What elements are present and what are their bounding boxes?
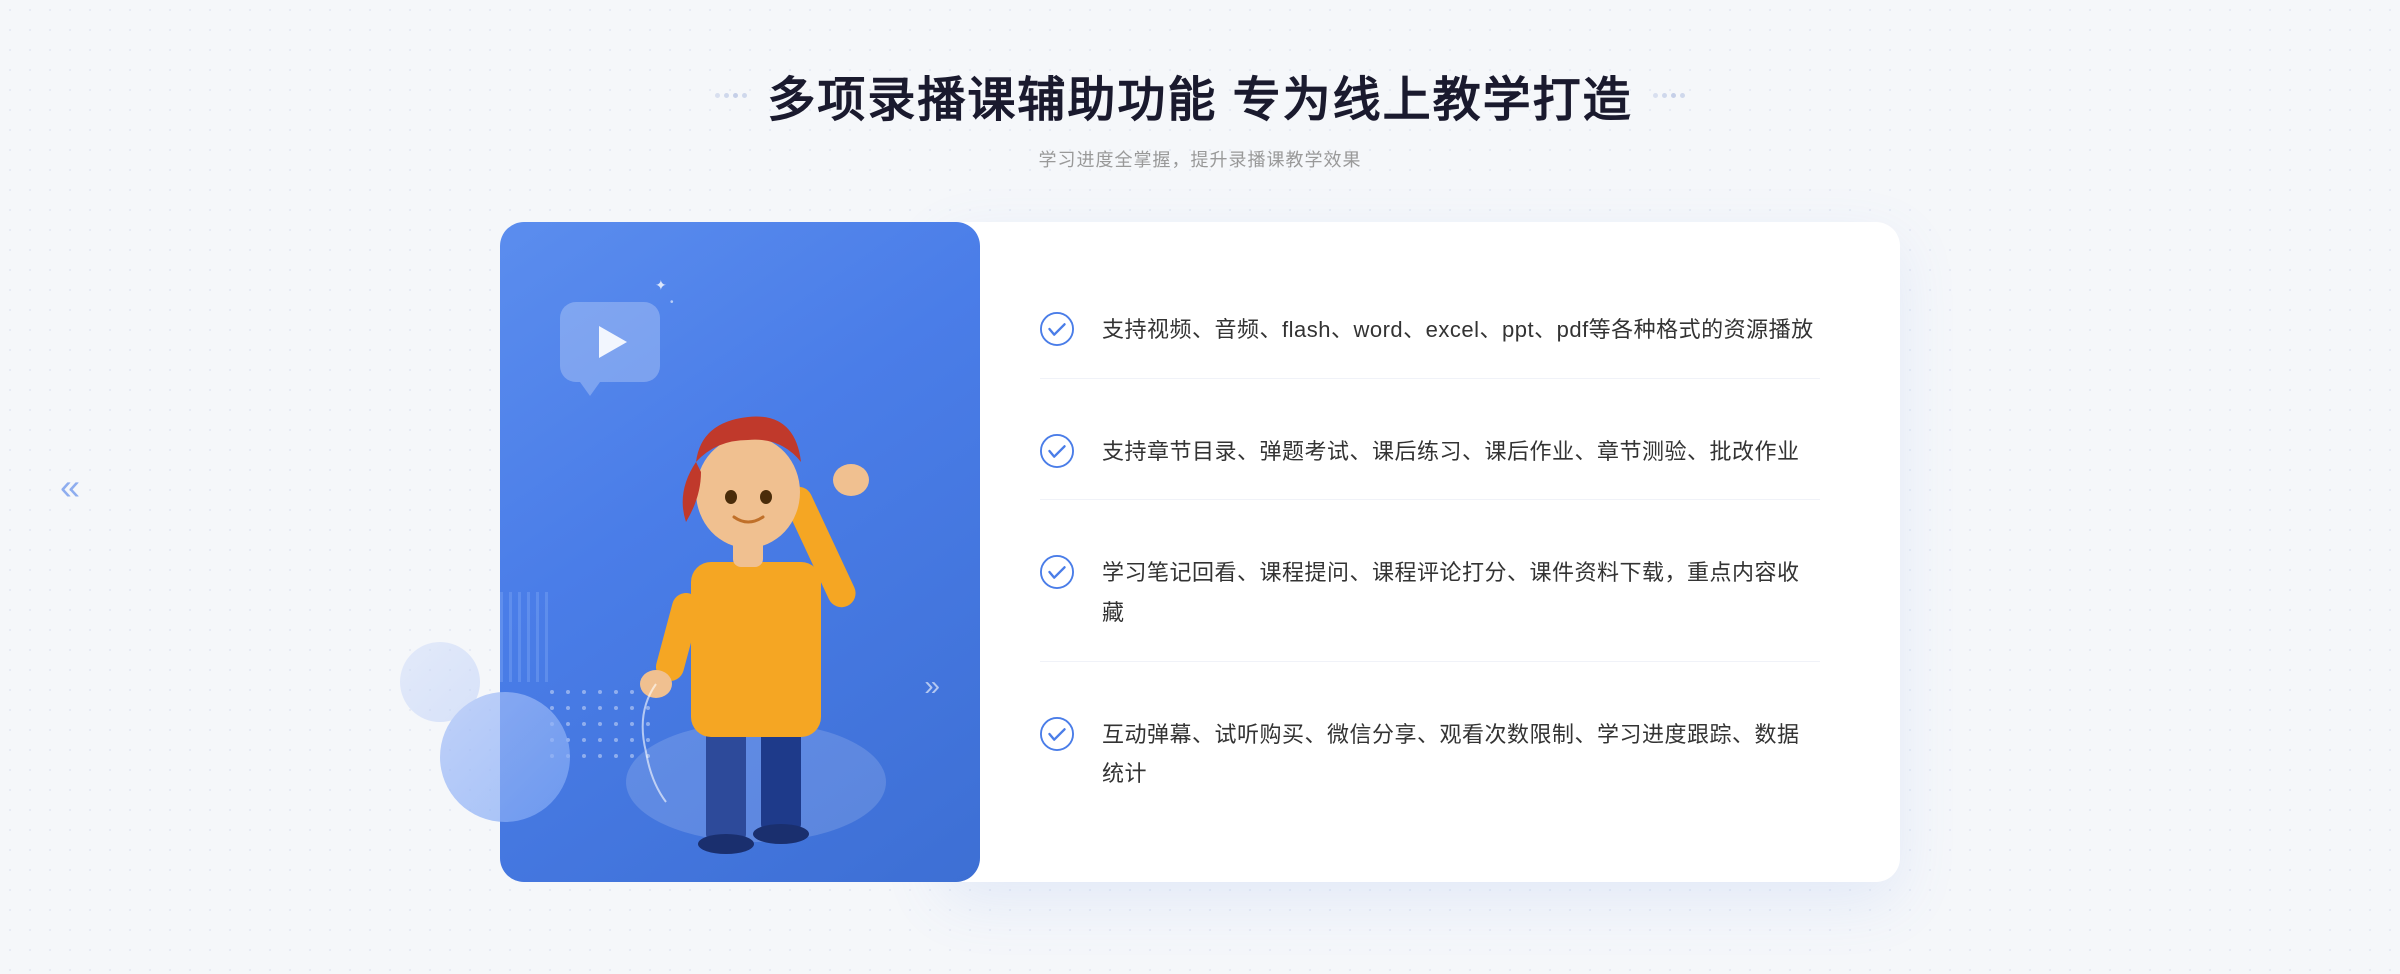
check-icon-1 [1040,312,1074,346]
circle-decoration-2 [400,642,480,722]
left-nav-arrow[interactable]: « [60,466,80,508]
deco-dots-left [715,93,747,98]
page-container: « 多项录播课辅助功能 专为线上教学打造 学习进度全掌握，提升录播课教学效果 [0,0,2400,974]
illustration-card: » [500,222,980,882]
feature-item-2: 支持章节目录、弹题考试、课后练习、课后作业、章节测验、批改作业 [1040,404,1820,501]
feature-text-1: 支持视频、音频、flash、word、excel、ppt、pdf等各种格式的资源… [1102,310,1814,350]
feature-text-4: 互动弹幕、试听购买、微信分享、观看次数限制、学习进度跟踪、数据统计 [1102,715,1820,794]
feature-item-4: 互动弹幕、试听购买、微信分享、观看次数限制、学习进度跟踪、数据统计 [1040,687,1820,822]
check-icon-3 [1040,555,1074,589]
arrow-decoration: » [924,670,940,702]
play-icon [599,326,627,358]
check-icon-2 [1040,434,1074,468]
title-row: 多项录播课辅助功能 专为线上教学打造 [715,60,1684,130]
features-panel: 支持视频、音频、flash、word、excel、ppt、pdf等各种格式的资源… [940,222,1900,882]
subtitle: 学习进度全掌握，提升录播课教学效果 [715,146,1684,172]
stripe-decoration [500,592,550,682]
feature-item-1: 支持视频、音频、flash、word、excel、ppt、pdf等各种格式的资源… [1040,282,1820,379]
feature-item-3: 学习笔记回看、课程提问、课程评论打分、课件资料下载，重点内容收藏 [1040,525,1820,661]
person-illustration [596,362,916,882]
header-section: 多项录播课辅助功能 专为线上教学打造 学习进度全掌握，提升录播课教学效果 [715,60,1684,172]
feature-text-2: 支持章节目录、弹题考试、课后练习、课后作业、章节测验、批改作业 [1102,432,1800,472]
feature-text-3: 学习笔记回看、课程提问、课程评论打分、课件资料下载，重点内容收藏 [1102,553,1820,632]
content-area: » [500,222,1900,882]
deco-dots-right [1653,93,1685,98]
check-icon-4 [1040,717,1074,751]
main-title: 多项录播课辅助功能 专为线上教学打造 [767,60,1632,130]
